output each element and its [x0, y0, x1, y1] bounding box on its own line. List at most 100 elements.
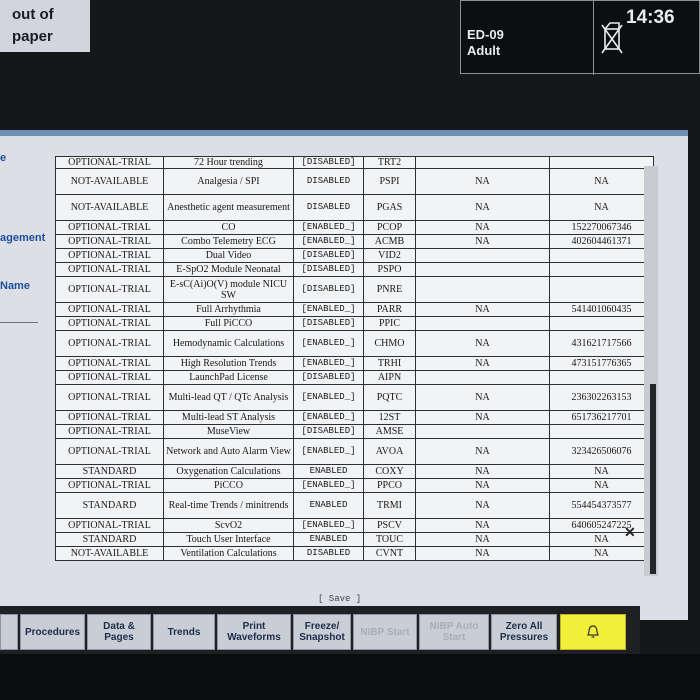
option-status-cell: OPTIONAL-TRIAL	[55, 302, 164, 317]
bottom-toolbar: Procedures Data & Pages Trends Print Wav…	[0, 606, 640, 654]
option-state-cell[interactable]: [DISABLED]	[293, 262, 364, 277]
option-status-cell: OPTIONAL-TRIAL	[55, 330, 164, 357]
option-trial-cell: NA	[415, 330, 550, 357]
option-trial-cell: NA	[415, 438, 550, 465]
side-divider	[0, 322, 38, 323]
option-name-cell: Touch User Interface	[163, 532, 294, 547]
option-code-cell: PSCV	[363, 518, 416, 533]
table-row: OPTIONAL-TRIAL E-sC(Ai)O(V) module NICU S…	[55, 276, 654, 303]
option-state-cell[interactable]: [ENABLED_]	[293, 234, 364, 249]
option-id-cell: NA	[549, 532, 654, 547]
save-button[interactable]: [ Save ]	[318, 594, 361, 604]
option-trial-cell: NA	[415, 356, 550, 371]
procedures-button[interactable]: Procedures	[20, 614, 85, 650]
option-id-cell: 236302263153	[549, 384, 654, 411]
table-row: OPTIONAL-TRIAL Full PiCCO [DISABLED] PPIC	[55, 316, 654, 331]
trends-button[interactable]: Trends	[153, 614, 215, 650]
option-state-cell[interactable]: ENABLED	[293, 532, 364, 547]
data-pages-button[interactable]: Data & Pages	[87, 614, 151, 650]
table-row: OPTIONAL-TRIAL Hemodynamic Calculations [E…	[55, 330, 654, 357]
option-state-cell[interactable]: [DISABLED]	[293, 276, 364, 303]
option-state-cell[interactable]: ENABLED	[293, 464, 364, 479]
option-name-cell: LaunchPad License	[163, 370, 294, 385]
option-code-cell: AVOA	[363, 438, 416, 465]
patient-header-panel[interactable]: ED-09 Adult 14:36	[460, 0, 700, 75]
table-row: NOT-AVAILABLE Analgesia / SPI DISABLED PSPI…	[55, 168, 654, 195]
option-status-cell: OPTIONAL-TRIAL	[55, 424, 164, 439]
option-trial-cell: NA	[415, 302, 550, 317]
option-trial-cell	[415, 156, 550, 169]
option-state-cell[interactable]: [DISABLED]	[293, 424, 364, 439]
scrollbar-thumb[interactable]	[650, 384, 656, 574]
option-state-cell[interactable]: [ENABLED_]	[293, 302, 364, 317]
option-name-cell: Network and Auto Alarm View	[163, 438, 294, 465]
close-icon[interactable]: ✕	[624, 524, 636, 541]
table-row: OPTIONAL-TRIAL Multi-lead ST Analysis [ENA…	[55, 410, 654, 425]
freeze-snapshot-button[interactable]: Freeze/ Snapshot	[293, 614, 351, 650]
option-name-cell: E-SpO2 Module Neonatal	[163, 262, 294, 277]
option-state-cell[interactable]: [DISABLED]	[293, 316, 364, 331]
option-status-cell: NOT-AVAILABLE	[55, 546, 164, 561]
option-trial-cell: NA	[415, 194, 550, 221]
bed-id: ED-09	[467, 27, 504, 42]
option-trial-cell: NA	[415, 532, 550, 547]
option-state-cell[interactable]: [DISABLED]	[293, 248, 364, 263]
option-state-cell[interactable]: [ENABLED_]	[293, 356, 364, 371]
option-state-cell[interactable]: [DISABLED]	[293, 370, 364, 385]
option-state-cell[interactable]: [ENABLED_]	[293, 330, 364, 357]
option-state-cell[interactable]: DISABLED	[293, 168, 364, 195]
table-row: OPTIONAL-TRIAL E-SpO2 Module Neonatal [DIS…	[55, 262, 654, 277]
table-row: STANDARD Touch User Interface ENABLED TOUC N…	[55, 532, 654, 547]
side-label-2: agement	[0, 232, 46, 244]
option-id-cell: NA	[549, 546, 654, 561]
option-name-cell: Multi-lead QT / QTc Analysis	[163, 384, 294, 411]
option-state-cell[interactable]: [ENABLED_]	[293, 478, 364, 493]
software-options-table: OPTIONAL-TRIAL 72 Hour trending [DISABLED]…	[55, 156, 654, 561]
alarm-silence-button[interactable]	[560, 614, 626, 650]
option-state-cell[interactable]: [DISABLED]	[293, 156, 364, 169]
nibp-auto-start-button[interactable]: NIBP Auto Start	[419, 614, 489, 650]
option-state-cell[interactable]: DISABLED	[293, 546, 364, 561]
printer-status-box: out of paper	[0, 0, 90, 52]
toolbar-left-edge-button[interactable]	[0, 614, 18, 650]
option-code-cell: PNRE	[363, 276, 416, 303]
print-waveforms-button[interactable]: Print Waveforms	[217, 614, 291, 650]
option-name-cell: 72 Hour trending	[163, 156, 294, 169]
option-code-cell: PGAS	[363, 194, 416, 221]
option-code-cell: ACMB	[363, 234, 416, 249]
option-status-cell: OPTIONAL-TRIAL	[55, 518, 164, 533]
option-state-cell[interactable]: [ENABLED_]	[293, 220, 364, 235]
option-code-cell: PQTC	[363, 384, 416, 411]
option-state-cell[interactable]: ENABLED	[293, 492, 364, 519]
option-code-cell: PPCO	[363, 478, 416, 493]
table-row: OPTIONAL-TRIAL High Resolution Trends [ENA…	[55, 356, 654, 371]
side-label-1: e	[0, 152, 7, 164]
option-name-cell: Full PiCCO	[163, 316, 294, 331]
monitor-bezel	[0, 654, 700, 700]
patient-category: Adult	[467, 43, 501, 58]
option-status-cell: OPTIONAL-TRIAL	[55, 356, 164, 371]
table-row: OPTIONAL-TRIAL Multi-lead QT / QTc Analys…	[55, 384, 654, 411]
table-row: NOT-AVAILABLE Ventilation Calculations DIS…	[55, 546, 654, 561]
table-row: OPTIONAL-TRIAL 72 Hour trending [DISABLED]…	[55, 156, 654, 169]
zero-all-pressures-button[interactable]: Zero All Pressures	[491, 614, 557, 650]
option-id-cell: 323426506076	[549, 438, 654, 465]
table-row: NOT-AVAILABLE Anesthetic agent measuremen…	[55, 194, 654, 221]
option-code-cell: AMSE	[363, 424, 416, 439]
option-status-cell: OPTIONAL-TRIAL	[55, 276, 164, 303]
nibp-start-button[interactable]: NIBP Start	[353, 614, 417, 650]
option-trial-cell	[415, 424, 550, 439]
option-state-cell[interactable]: [ENABLED_]	[293, 438, 364, 465]
option-state-cell[interactable]: [ENABLED_]	[293, 384, 364, 411]
option-state-cell[interactable]: [ENABLED_]	[293, 518, 364, 533]
option-id-cell	[549, 262, 654, 277]
option-status-cell: OPTIONAL-TRIAL	[55, 316, 164, 331]
option-id-cell: NA	[549, 464, 654, 479]
option-code-cell: PSPI	[363, 168, 416, 195]
option-trial-cell: NA	[415, 220, 550, 235]
option-id-cell: 402604461371	[549, 234, 654, 249]
option-name-cell: E-sC(Ai)O(V) module NICU SW	[163, 276, 294, 303]
option-code-cell: PCOP	[363, 220, 416, 235]
option-state-cell[interactable]: [ENABLED_]	[293, 410, 364, 425]
option-state-cell[interactable]: DISABLED	[293, 194, 364, 221]
